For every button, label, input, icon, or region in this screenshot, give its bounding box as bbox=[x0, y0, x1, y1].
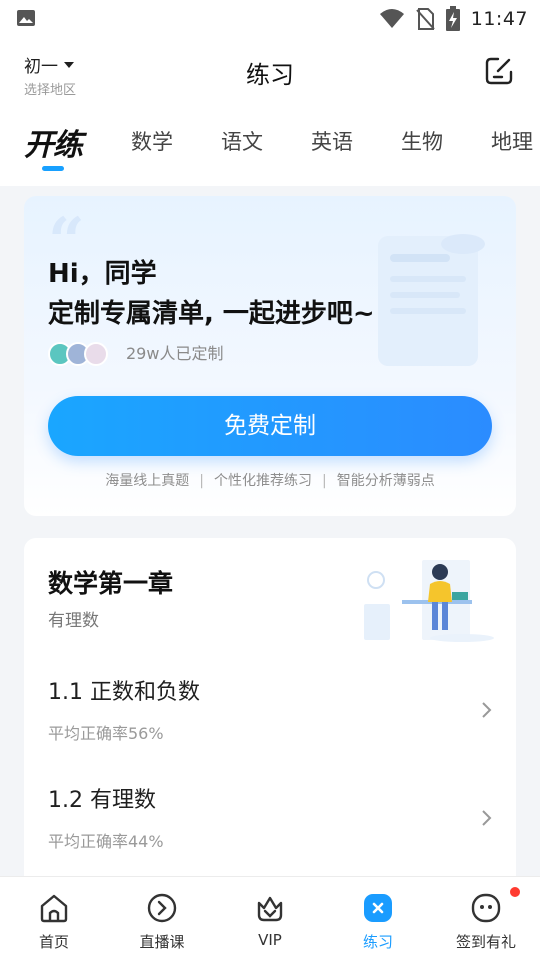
wifi-icon bbox=[379, 9, 404, 28]
chevron-right-icon bbox=[482, 810, 492, 826]
chevron-right-icon bbox=[482, 702, 492, 718]
notification-badge bbox=[510, 887, 520, 897]
nav-label: 直播课 bbox=[139, 933, 185, 951]
subject-tabs: 开练 数学 语文 英语 生物 地理 bbox=[0, 108, 540, 186]
checkin-icon bbox=[471, 893, 501, 923]
chapter-card: 数学第一章 有理数 1.1 正数和负数 平均正确率56% 1.2 有理数 平均正… bbox=[24, 538, 516, 898]
nav-home[interactable]: 首页 bbox=[0, 891, 108, 952]
divider: | bbox=[199, 473, 204, 489]
nav-vip[interactable]: VIP bbox=[216, 891, 324, 949]
image-notification-icon bbox=[17, 10, 35, 26]
nav-live[interactable]: 直播课 bbox=[108, 891, 216, 952]
lesson-accuracy: 平均正确率56% bbox=[48, 724, 164, 743]
battery-charging-icon bbox=[445, 6, 460, 31]
greeting-line: Hi，同学 bbox=[48, 259, 157, 289]
nav-checkin[interactable]: 签到有礼 bbox=[432, 887, 540, 952]
tab-brand[interactable]: 开练 bbox=[24, 120, 83, 171]
paper-scroll-illustration bbox=[378, 234, 485, 366]
nav-label: 签到有礼 bbox=[455, 933, 516, 951]
nav-label: 练习 bbox=[362, 933, 393, 951]
lesson-accuracy: 平均正确率44% bbox=[48, 832, 164, 851]
chapter-subtitle: 有理数 bbox=[48, 611, 99, 631]
avatar-group bbox=[48, 342, 108, 366]
practice-icon bbox=[364, 894, 392, 922]
tab-chinese[interactable]: 语文 bbox=[221, 126, 263, 156]
tab-geography[interactable]: 地理 bbox=[491, 126, 533, 156]
vip-icon bbox=[257, 896, 283, 922]
lesson-item[interactable]: 1.2 有理数 平均正确率44% bbox=[48, 782, 492, 872]
nav-label: 首页 bbox=[38, 933, 69, 951]
greeting-slogan: 定制专属清单, 一起进步吧~ bbox=[48, 299, 375, 329]
tab-active-indicator bbox=[42, 166, 64, 171]
avatar bbox=[84, 342, 108, 366]
brand-label: 开练 bbox=[24, 128, 83, 163]
tab-math[interactable]: 数学 bbox=[131, 126, 173, 156]
feature-list: 海量线上真题 | 个性化推荐练习 | 智能分析薄弱点 bbox=[24, 470, 516, 490]
status-time: 11:47 bbox=[470, 8, 528, 30]
bottom-navigation: 首页 直播课 VIP 练习 签到有礼 bbox=[0, 876, 540, 960]
edit-icon[interactable] bbox=[484, 56, 514, 86]
status-bar: 11:47 bbox=[0, 0, 540, 36]
no-sim-icon bbox=[415, 8, 435, 30]
divider: | bbox=[322, 473, 327, 489]
home-icon bbox=[40, 894, 68, 923]
customized-count: 29w人已定制 bbox=[126, 344, 224, 363]
lesson-name: 1.2 有理数 bbox=[48, 788, 156, 813]
free-customize-button[interactable]: 免费定制 bbox=[48, 396, 492, 456]
tab-english[interactable]: 英语 bbox=[311, 126, 353, 156]
app-bar: 初一 选择地区 练习 bbox=[0, 36, 540, 108]
feature-item: 个性化推荐练习 bbox=[214, 473, 312, 489]
custom-plan-card: “ Hi，同学 定制专属清单, 一起进步吧~ 29w人已定制 免费定制 海量线上… bbox=[24, 196, 516, 516]
feature-item: 智能分析薄弱点 bbox=[336, 473, 435, 489]
nav-label: VIP bbox=[258, 931, 282, 949]
nav-practice[interactable]: 练习 bbox=[324, 891, 432, 952]
chapter-title: 数学第一章 bbox=[48, 569, 174, 598]
lesson-name: 1.1 正数和负数 bbox=[48, 680, 200, 705]
page-title: 练习 bbox=[246, 61, 294, 89]
play-icon bbox=[147, 893, 177, 923]
lesson-item[interactable]: 1.1 正数和负数 平均正确率56% bbox=[48, 674, 492, 764]
student-studying-illustration bbox=[364, 560, 494, 642]
feature-item: 海量线上真题 bbox=[105, 473, 190, 489]
tab-biology[interactable]: 生物 bbox=[401, 126, 443, 156]
